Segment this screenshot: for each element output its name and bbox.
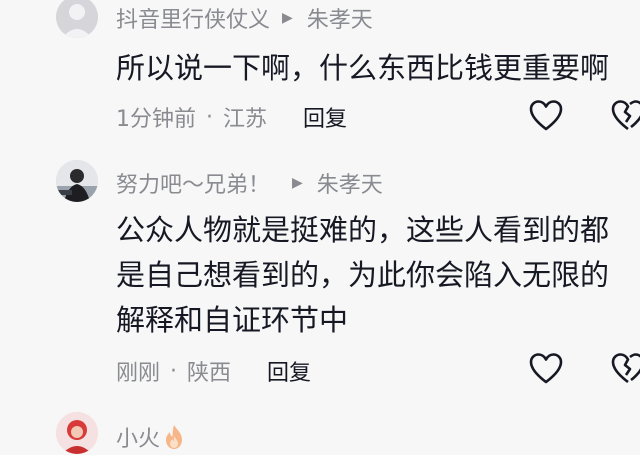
reply-to-name[interactable]: 朱孝天 (307, 2, 373, 34)
comment-text-line: 公众人物就是挺难的，这些人看到的都 (116, 213, 610, 247)
broken-heart-icon (611, 100, 640, 131)
separator: · (170, 358, 178, 384)
comment-location: 江苏 (223, 107, 268, 132)
avatar[interactable] (56, 0, 98, 38)
comment-author-line: 抖音里行侠仗义 ▶ 朱孝天 (116, 2, 373, 34)
broken-heart-icon (611, 353, 640, 384)
comment-footer: 刚刚 · 陕西 回复 (116, 355, 311, 387)
like-button[interactable] (528, 351, 564, 387)
dislike-button[interactable] (610, 351, 640, 387)
comment-text-line: 解释和自证环节中 (116, 303, 349, 337)
comment-text: 公众人物就是挺难的，这些人看到的都 是自己想看到的，为此你会陷入无限的 解释和自… (116, 208, 640, 343)
comment-text: 所以说一下啊，什么东西比钱更重要啊 (116, 46, 640, 91)
default-avatar-icon (56, 0, 98, 38)
comment-footer: 1分钟前 · 江苏 回复 (116, 101, 347, 133)
author-name[interactable]: 抖音里行侠仗义 (116, 2, 270, 34)
reply-button[interactable]: 回复 (303, 101, 347, 133)
comment-location: 陕西 (187, 361, 232, 386)
heart-outline-icon (529, 100, 563, 131)
flame-emoji-icon (166, 425, 183, 449)
comment-text-line: 所以说一下啊，什么东西比钱更重要啊 (116, 51, 610, 85)
comment-author-line: 努力吧～兄弟！ ▶ 朱孝天 (116, 167, 383, 199)
reply-to-name[interactable]: 朱孝天 (317, 167, 383, 199)
avatar[interactable] (56, 160, 98, 202)
user-avatar-photo-icon (56, 412, 98, 454)
comment-text-line: 是自己想看到的，为此你会陷入无限的 (116, 258, 610, 292)
author-name[interactable]: 小火 (116, 421, 160, 453)
like-button[interactable] (528, 98, 564, 134)
user-avatar-photo-icon (56, 160, 98, 202)
reply-arrow-icon: ▶ (292, 175, 303, 191)
dislike-button[interactable] (610, 98, 640, 134)
author-name[interactable]: 努力吧～兄弟！ (116, 167, 270, 199)
comment-time: 刚刚 (116, 361, 161, 386)
comment-time: 1分钟前 (116, 107, 196, 132)
comment-author-line: 小火 (116, 421, 184, 453)
separator: · (206, 104, 213, 130)
reply-button[interactable]: 回复 (267, 355, 311, 387)
heart-outline-icon (529, 353, 563, 384)
avatar[interactable] (56, 412, 98, 454)
reply-arrow-icon: ▶ (282, 10, 293, 26)
